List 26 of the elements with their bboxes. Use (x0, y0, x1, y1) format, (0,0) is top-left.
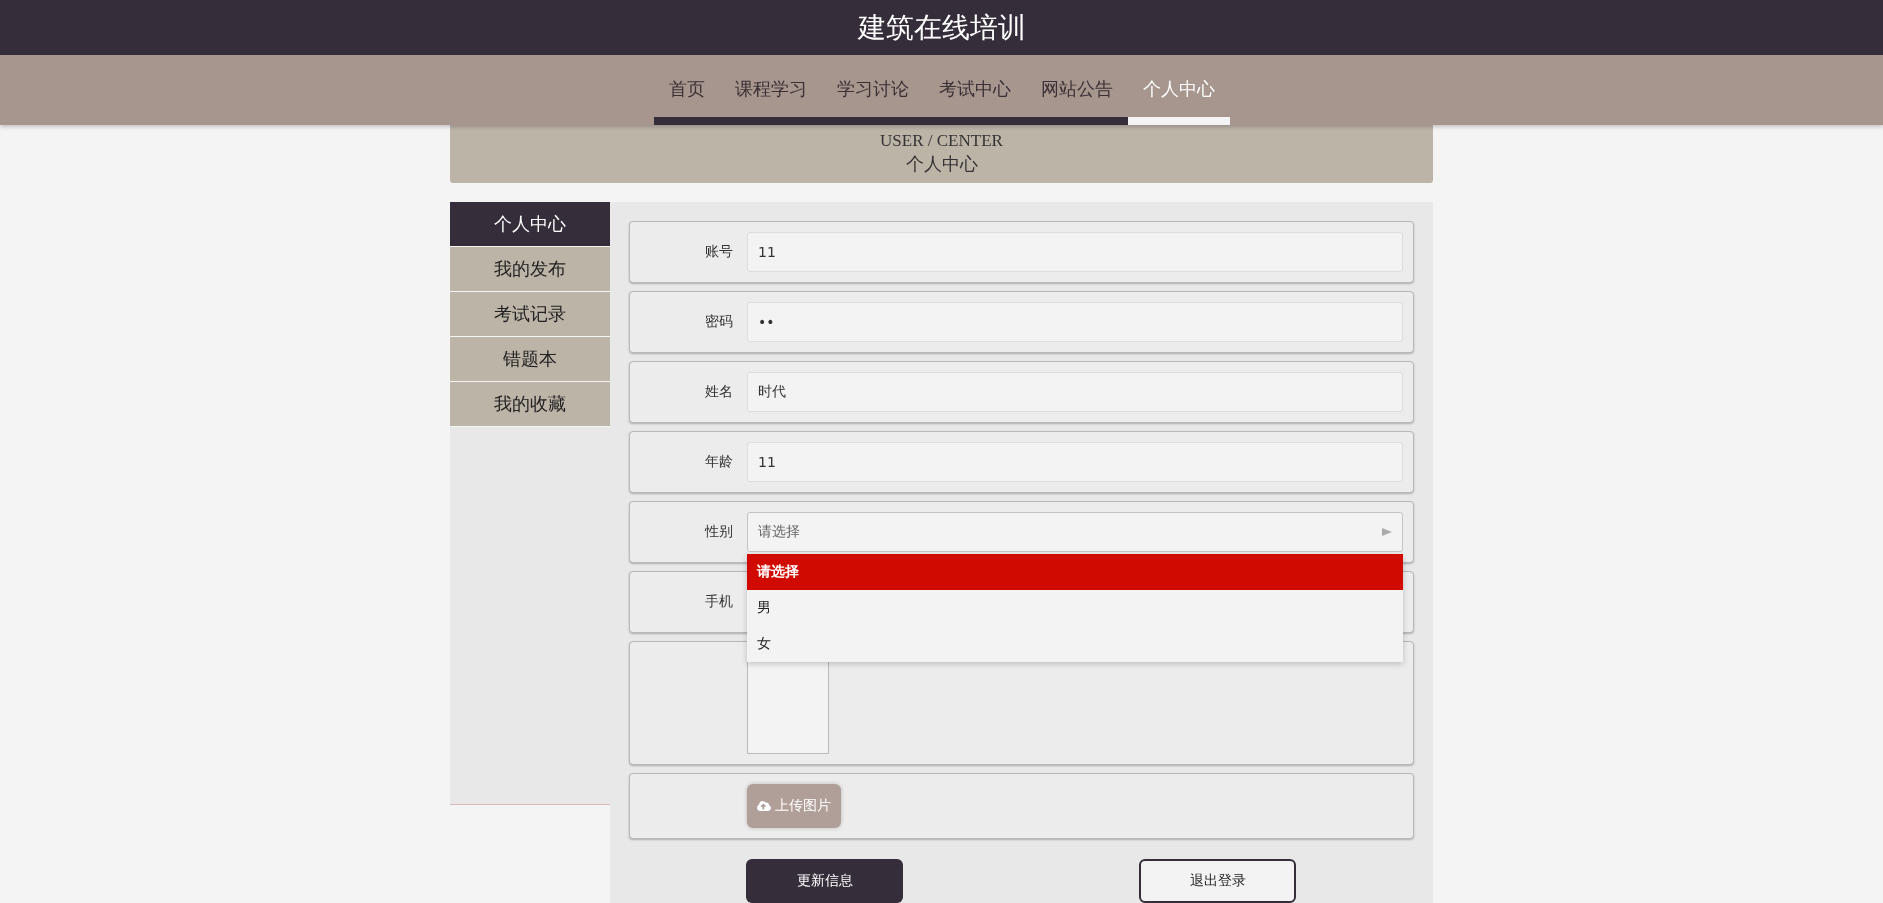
select-field[interactable]: 请选择 (747, 512, 1403, 552)
input-field[interactable]: 11 (747, 232, 1403, 272)
field-label: 账号 (704, 243, 733, 261)
sidebar-item[interactable]: 我的收藏 (450, 382, 610, 427)
banner-subtitle: 个人中心 (905, 153, 978, 176)
sidebar-item[interactable]: 个人中心 (450, 202, 610, 247)
input-field[interactable]: 时代 (747, 372, 1403, 412)
update-button[interactable]: 更新信息 (746, 859, 903, 903)
dropdown-option[interactable]: 男 (747, 590, 1403, 626)
input-field[interactable]: •• (747, 302, 1403, 342)
sidebar-item[interactable]: 考试记录 (450, 292, 610, 337)
cloud-upload-icon (757, 799, 771, 813)
dropdown-option[interactable]: 请选择 (747, 554, 1403, 590)
dropdown-option[interactable]: 女 (747, 626, 1403, 662)
sidebar-item[interactable]: 错题本 (450, 337, 610, 382)
input-field[interactable]: 11 (747, 442, 1403, 482)
site-title: 建筑在线培训 (857, 9, 1026, 46)
field-label: 密码 (704, 313, 733, 331)
sidebar-item[interactable]: 我的发布 (450, 247, 610, 292)
field-label: 年龄 (704, 453, 733, 471)
field-label: 姓名 (704, 383, 733, 401)
field-label: 手机 (704, 593, 733, 611)
caret-icon (1382, 528, 1392, 536)
field-label: 性别 (703, 523, 733, 541)
logout-button[interactable]: 退出登录 (1139, 859, 1296, 903)
banner-title: USER / CENTER (880, 131, 1003, 151)
